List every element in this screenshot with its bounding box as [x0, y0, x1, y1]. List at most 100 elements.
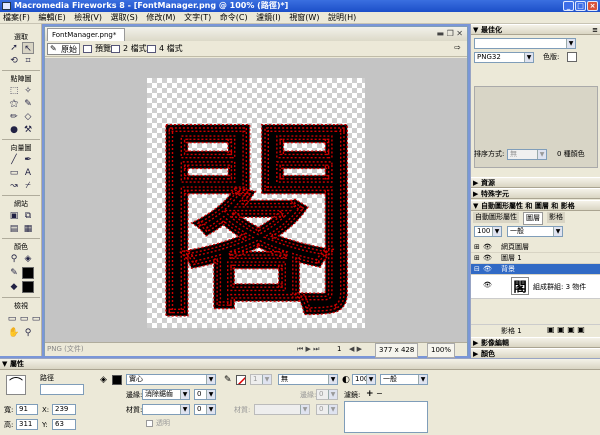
- menu-modify[interactable]: 修改(M): [143, 12, 178, 24]
- expand-arrow-icon[interactable]: ⊞: [474, 242, 482, 253]
- frame-nav[interactable]: ◀ ▶: [349, 343, 362, 356]
- edge-select[interactable]: 消除鋸齒 ▼: [142, 389, 190, 400]
- menu-text[interactable]: 文字(T): [181, 12, 214, 24]
- y-field[interactable]: 63: [52, 419, 76, 430]
- sort-select[interactable]: 無 ▼: [507, 149, 547, 160]
- texture-amount-field[interactable]: 0 ▼: [194, 404, 216, 415]
- assets-panel-header[interactable]: ▶ 資源: [471, 177, 600, 188]
- hotspot-icon[interactable]: ▣: [8, 210, 20, 222]
- height-field[interactable]: 311: [16, 419, 38, 430]
- tab-preview[interactable]: 預覽: [83, 43, 111, 55]
- zoom-icon[interactable]: ⚲: [22, 327, 34, 339]
- collapse-arrow-icon[interactable]: ⊟: [474, 264, 482, 275]
- hand-icon[interactable]: ✋: [8, 327, 20, 339]
- menu-file[interactable]: 檔案(F): [0, 12, 33, 24]
- scale-icon[interactable]: ⟲: [8, 55, 20, 67]
- text-icon[interactable]: A: [22, 167, 34, 179]
- fill-type-select[interactable]: 實心 ▼: [126, 374, 216, 385]
- export-format-select[interactable]: PNG32 ▼: [474, 52, 534, 63]
- rectangle-icon[interactable]: ▭: [8, 167, 20, 179]
- menu-help[interactable]: 說明(H): [325, 12, 359, 24]
- stroke-color-swatch[interactable]: [236, 375, 246, 385]
- properties-header[interactable]: ▼ 屬性: [0, 359, 600, 370]
- tab-autoshape-props[interactable]: 自動圖形屬性: [473, 212, 519, 223]
- special-chars-panel-header[interactable]: ▶ 特殊字元: [471, 188, 600, 199]
- standard-screen-icon[interactable]: ▭: [6, 313, 18, 325]
- stroke-type-select[interactable]: 無 ▼: [278, 374, 338, 385]
- layer-row[interactable]: ⊞ 👁 圖層 1: [471, 253, 600, 264]
- menu-commands[interactable]: 命令(C): [217, 12, 251, 24]
- doc-close-icon[interactable]: ✕: [456, 29, 463, 38]
- tab-2up[interactable]: 2 檔式: [111, 43, 147, 55]
- menu-select[interactable]: 選取(S): [108, 12, 141, 24]
- crop-icon[interactable]: ⌗: [22, 55, 34, 67]
- slice-icon[interactable]: ⧉: [22, 210, 34, 222]
- zoom-level[interactable]: 100%: [427, 343, 456, 358]
- frame-controls[interactable]: ⏮ ▶ ⏭: [297, 343, 319, 356]
- canvas-area[interactable]: 閣: [45, 58, 467, 342]
- doc-restore-icon[interactable]: ❐: [447, 29, 454, 38]
- rubber-stamp-icon[interactable]: ⚒: [22, 124, 34, 136]
- fill-color-icon[interactable]: ◆: [8, 281, 20, 293]
- tab-4up[interactable]: 4 檔式: [147, 43, 183, 55]
- stroke-texture-amount[interactable]: 0 ▼: [316, 404, 338, 415]
- glyph-artwork[interactable]: 閣: [147, 78, 365, 328]
- menu-filters[interactable]: 濾鏡(I): [253, 12, 284, 24]
- brush-icon[interactable]: ✎: [22, 98, 34, 110]
- object-row[interactable]: 👁 閣 組成群組: 3 物件: [471, 275, 600, 299]
- add-filter-button[interactable]: +: [366, 389, 374, 399]
- full-screen-icon[interactable]: ▭: [30, 313, 42, 325]
- layer-buttons[interactable]: ▣ ▣ ▣ ▣: [547, 325, 585, 334]
- optimize-panel-header[interactable]: ▼ 最佳化 ≡: [471, 24, 600, 35]
- quick-export-icon[interactable]: ⇨: [454, 43, 461, 52]
- fill-color-swatch[interactable]: [22, 281, 34, 293]
- object-name-field[interactable]: [40, 384, 84, 395]
- hide-slices-icon[interactable]: ▤: [8, 223, 20, 235]
- line-icon[interactable]: ╱: [8, 154, 20, 166]
- paint-bucket-icon[interactable]: ◈: [22, 253, 34, 265]
- panel-menu-icon[interactable]: ≡: [592, 25, 598, 35]
- stroke-texture-select[interactable]: ▼: [254, 404, 310, 415]
- x-field[interactable]: 239: [52, 404, 76, 415]
- layers-panel-header[interactable]: ▼ 自動圖形屬性 和 圖層 和 影格: [471, 200, 600, 211]
- knife-icon[interactable]: ⌿: [22, 180, 34, 192]
- blend-mode-select[interactable]: 一般 ▼: [380, 374, 428, 385]
- subselect-icon[interactable]: ↖: [22, 42, 34, 54]
- eye-icon[interactable]: 👁: [483, 242, 492, 253]
- stroke-edge-field[interactable]: 0 ▼: [316, 389, 338, 400]
- document-tab[interactable]: FontManager.png*: [47, 28, 125, 41]
- marquee-icon[interactable]: ⬚: [8, 85, 20, 97]
- menu-window[interactable]: 視窗(W): [286, 12, 322, 24]
- opacity-field[interactable]: 100 ▼: [352, 374, 376, 385]
- lasso-icon[interactable]: ✧: [22, 85, 34, 97]
- fill-color-swatch[interactable]: [112, 375, 122, 385]
- pen-icon[interactable]: ✒: [22, 154, 34, 166]
- freeform-icon[interactable]: ↝: [8, 180, 20, 192]
- tab-frames[interactable]: 影格: [547, 212, 565, 223]
- maximize-button[interactable]: □: [575, 1, 586, 11]
- expand-arrow-icon[interactable]: ⊞: [474, 253, 482, 264]
- pencil-icon[interactable]: ✏: [8, 111, 20, 123]
- stroke-color-swatch[interactable]: [22, 267, 34, 279]
- eye-icon[interactable]: 👁: [483, 281, 492, 289]
- blur-icon[interactable]: ●: [8, 124, 20, 136]
- layer-row[interactable]: ⊟ 👁 背景: [471, 264, 600, 275]
- eraser-icon[interactable]: ◇: [22, 111, 34, 123]
- stroke-size-field[interactable]: 1 ▼: [250, 374, 272, 385]
- tab-layers[interactable]: 圖層: [523, 212, 543, 225]
- menu-edit[interactable]: 編輯(E): [35, 12, 68, 24]
- layer-opacity-field[interactable]: 100 ▼: [474, 226, 502, 237]
- canvas[interactable]: 閣: [147, 78, 365, 328]
- remove-filter-button[interactable]: −: [376, 389, 383, 398]
- matte-swatch[interactable]: [567, 52, 577, 62]
- edge-amount-field[interactable]: 0 ▼: [194, 389, 216, 400]
- full-menu-screen-icon[interactable]: ▭: [18, 313, 30, 325]
- width-field[interactable]: 91: [16, 404, 38, 415]
- magic-wand-icon[interactable]: ⚝: [8, 98, 20, 110]
- menu-view[interactable]: 檢視(V): [71, 12, 105, 24]
- eye-icon[interactable]: 👁: [483, 253, 492, 264]
- tab-original[interactable]: ✎ 原始: [47, 43, 80, 55]
- optimize-preset-select[interactable]: ▼: [474, 38, 576, 49]
- doc-minimize-icon[interactable]: ▬: [436, 29, 444, 38]
- eye-icon[interactable]: 👁: [483, 264, 492, 275]
